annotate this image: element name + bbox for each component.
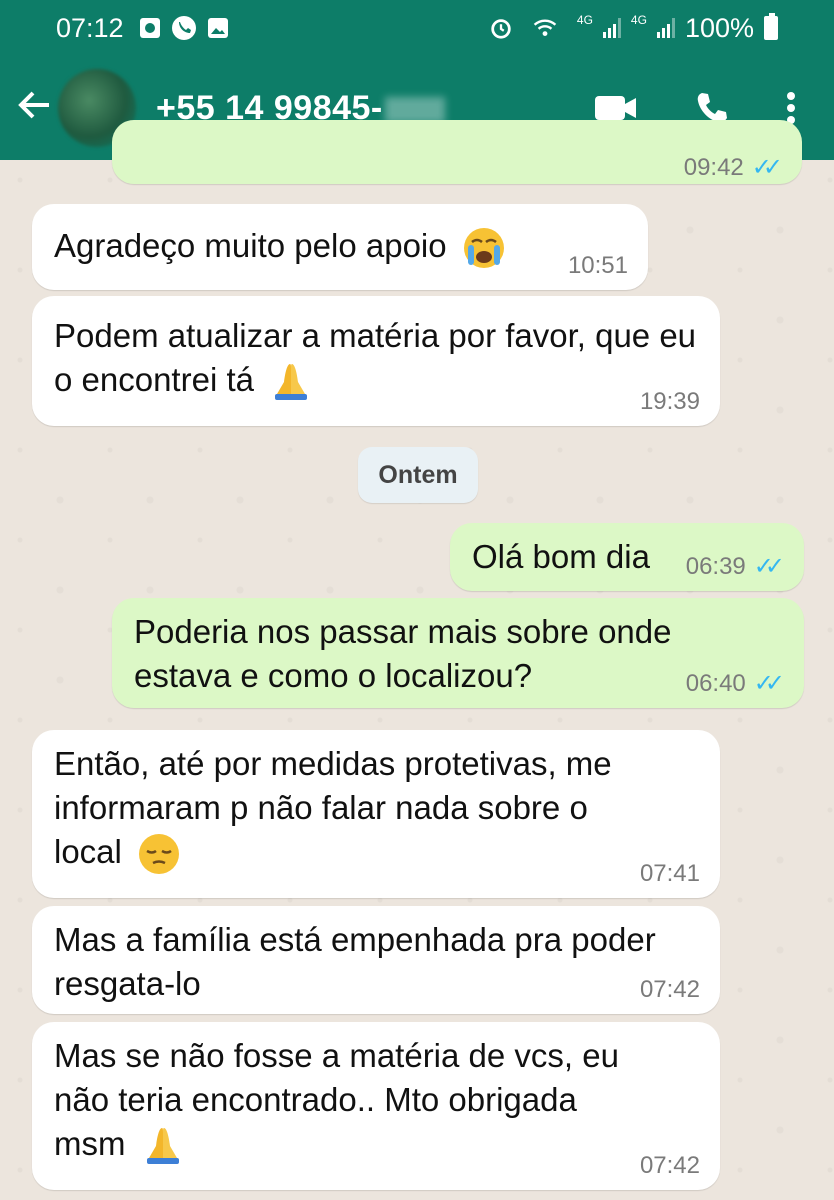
pensive-face-icon [137,832,181,876]
message-meta: 19:39 [640,388,700,416]
menu-dots-icon[interactable] [786,91,796,125]
message-time: 07:41 [639,860,700,887]
message-meta: 07:42 [640,1152,700,1180]
message-meta: 07:42 [640,976,700,1004]
message-time: 09:42 [683,154,744,181]
message-bubble[interactable]: Mas se não fosse a matéria de vcs, eu nã… [32,1022,720,1190]
message-time: 10:51 [567,252,628,279]
message-text: Podem atualizar a matéria por favor, que… [54,317,697,398]
message-meta: 06:39 ✓✓ [685,553,785,581]
message-text-row: Mas se não fosse a matéria de vcs, eu nã… [54,1034,644,1168]
network-type-1: 4G [576,13,593,27]
wifi-icon [533,16,557,40]
message-text: Poderia nos passar mais sobre onde estav… [134,613,672,694]
signal-1-icon [602,18,621,38]
message-bubble[interactable]: Podem atualizar a matéria por favor, que… [32,296,720,426]
message-time: 07:42 [639,1152,700,1179]
status-bar: 07:12 4G 4G 100% [0,0,834,56]
image-status-icon [206,16,230,40]
status-time: 07:12 [56,12,124,43]
read-ticks-icon: ✓✓ [753,553,785,580]
message-meta: 07:41 [640,860,700,888]
folded-hands-icon [141,1124,185,1168]
message-time: 06:40 [685,670,746,697]
message-text: Mas se não fosse a matéria de vcs, eu nã… [54,1037,619,1162]
message-bubble[interactable]: Olá bom dia 06:39 ✓✓ [450,523,804,591]
network-type-2: 4G [630,13,647,27]
message-text-row: Então, até por medidas protetivas, me in… [54,742,654,876]
alarm-icon [489,16,513,40]
message-time: 19:39 [639,388,700,415]
message-time: 07:42 [639,976,700,1003]
loudly-crying-face-icon [462,226,506,270]
message-meta: 09:42 ✓✓ [683,154,783,182]
phone-status-icon [171,16,196,40]
message-text: Agradeço muito pelo apoio [54,227,447,264]
message-text-row: Agradeço muito pelo apoio [54,224,628,270]
battery-icon [764,13,778,40]
status-right-group: 4G 4G 100% [489,13,778,44]
read-ticks-icon: ✓✓ [751,154,783,181]
date-separator: Ontem [358,447,478,503]
back-arrow-icon[interactable] [14,87,54,130]
message-bubble[interactable]: Mas a família está empenhada pra poder r… [32,906,720,1014]
message-bubble[interactable]: Poderia nos passar mais sobre onde estav… [112,598,804,708]
message-meta: 06:40 ✓✓ [685,670,785,698]
message-meta: 10:51 [568,252,628,280]
video-call-icon[interactable] [594,93,638,123]
read-ticks-icon: ✓✓ [753,670,785,697]
battery-percent: 100% [684,12,754,43]
folded-hands-icon [269,360,313,404]
message-text: Mas a família está empenhada pra poder r… [54,921,656,1002]
message-bubble[interactable]: Então, até por medidas protetivas, me in… [32,730,720,898]
message-time: 06:39 [685,553,746,580]
record-icon [138,16,162,40]
message-bubble[interactable]: Agradeço muito pelo apoio 10:51 [32,204,648,290]
message-text-row: Podem atualizar a matéria por favor, que… [54,314,704,404]
signal-2-icon [656,18,675,38]
chat-area[interactable]: 09:42 ✓✓ Agradeço muito pelo apoio 10:51… [0,120,834,1200]
message-bubble-partial[interactable]: 09:42 ✓✓ [112,120,802,184]
